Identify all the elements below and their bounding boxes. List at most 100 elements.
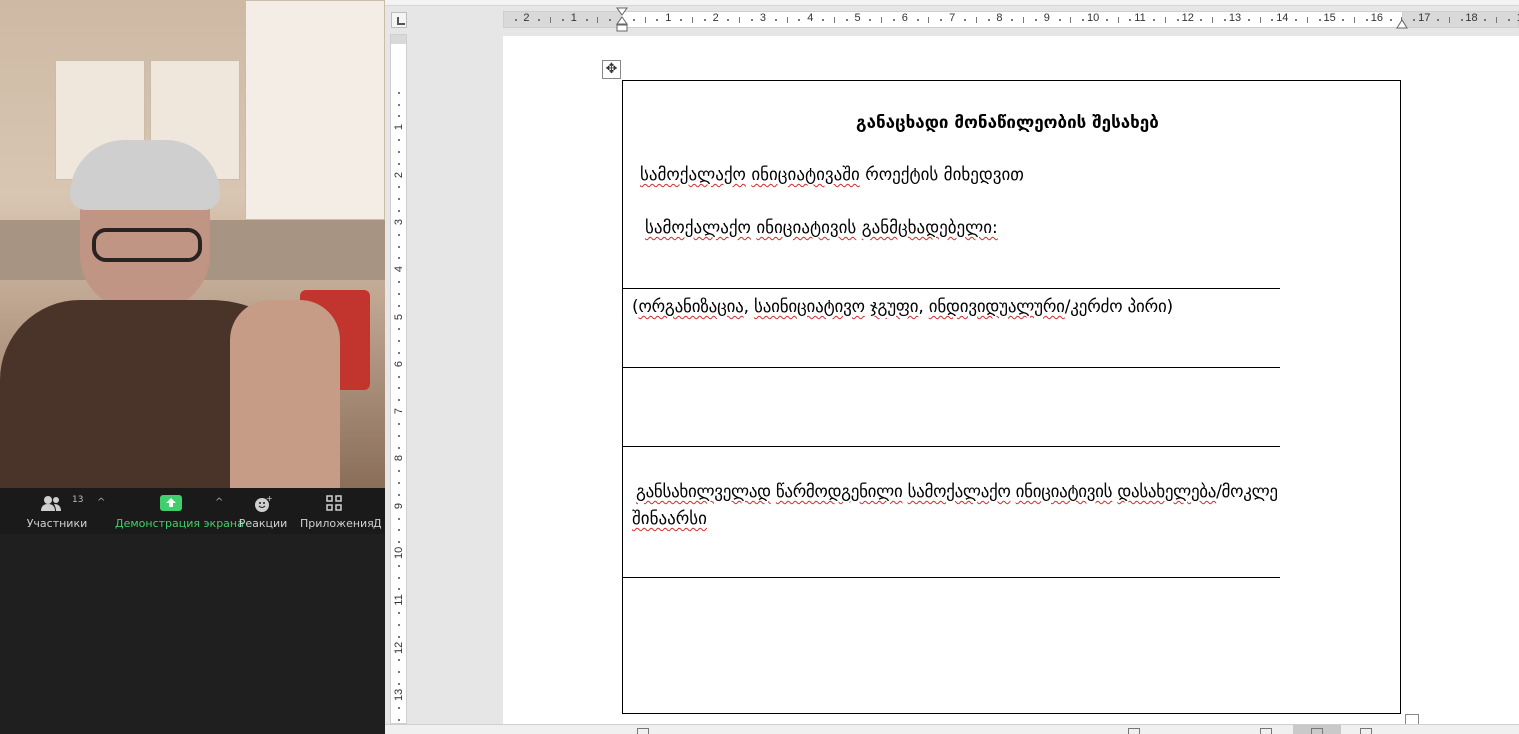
ruler-mark (398, 446, 400, 449)
ruler-mark (398, 576, 400, 579)
form-line-content[interactable]: შინაარსი (632, 509, 707, 529)
participants-icon (41, 496, 61, 511)
ruler-mark (398, 434, 400, 437)
word-spell: წარმოდგენილი (775, 482, 903, 502)
ruler-mark (550, 17, 552, 23)
reactions-button[interactable]: + Реакции (238, 488, 288, 534)
ruler-mark (751, 19, 754, 21)
ruler-mark (398, 281, 400, 284)
ruler-mark (1259, 17, 1261, 23)
ruler-mark (1460, 19, 1463, 21)
form-line-type[interactable]: (ორგანიზაცია, საინიციატივო ჯგუფი, ინდივი… (632, 297, 1173, 317)
ruler-mark (561, 19, 564, 21)
participants-button[interactable]: 13 Участники (22, 488, 92, 534)
ruler-number: 7 (393, 408, 405, 415)
focus-icon[interactable] (1128, 728, 1140, 734)
reactions-icon: + (255, 495, 272, 512)
ruler-mark (514, 19, 517, 21)
ruler-mark (398, 150, 400, 153)
word-spell: განსახილველად (636, 482, 771, 502)
ruler-mark (398, 304, 400, 307)
ruler-number: 2 (523, 12, 530, 24)
word-spell: სამოქალაქო (645, 218, 751, 238)
table-move-handle[interactable]: ✥ (602, 60, 621, 79)
ruler-mark (398, 399, 400, 402)
tab-selector-button[interactable] (391, 12, 407, 28)
ruler-mark (398, 245, 400, 248)
ruler-mark (398, 91, 400, 94)
ruler-mark (398, 387, 400, 390)
ruler-number: 2 (712, 12, 719, 24)
ruler-mark (644, 17, 646, 23)
ruler-number: 1 (665, 12, 672, 24)
ruler-mark (1023, 17, 1025, 23)
ruler-mark (798, 19, 801, 21)
ruler-number: 15 (1323, 12, 1336, 24)
ruler-number: 4 (807, 12, 814, 24)
ruler-mark (703, 19, 706, 21)
participant-video[interactable] (0, 0, 385, 488)
ruler-mark (1153, 19, 1156, 21)
ruler-number: 10 (393, 546, 405, 559)
participant-glasses (92, 228, 202, 262)
more-label: Д (373, 517, 382, 530)
ruler-mark (822, 19, 825, 21)
ruler-number: 11 (393, 594, 405, 607)
ruler-mark (1200, 19, 1203, 21)
meeting-toolbar: 13 Участники ^ Демонстрация экрана ^ + Р… (0, 488, 385, 534)
ruler-mark (774, 19, 777, 21)
read-mode-icon[interactable] (1260, 728, 1272, 734)
ruler-mark (398, 588, 400, 591)
ruler-mark (1058, 19, 1061, 21)
field-line (623, 446, 1280, 447)
ruler-mark (398, 683, 400, 686)
horizontal-ruler[interactable]: 211234567891011121314151617181 (385, 6, 1519, 32)
word-spell: შინაარსი (632, 509, 707, 529)
ruler-mark (940, 19, 943, 21)
word-spell: დასახელება (1117, 482, 1217, 502)
form-table[interactable]: განაცხადი მონაწილეობის შესახებ სამოქალაქ… (622, 80, 1401, 714)
web-layout-icon[interactable] (1360, 728, 1372, 734)
form-line-applicant[interactable]: სამოქალაქო ინიციატივის განმცხადებელი: (645, 218, 998, 238)
ruler-mark (1496, 17, 1498, 23)
ruler-mark (1129, 19, 1132, 21)
vertical-ruler[interactable]: 1234567891011121314 (390, 34, 407, 724)
ruler-mark (538, 19, 541, 21)
ruler-mark (1306, 17, 1308, 23)
indent-marker[interactable] (616, 7, 628, 33)
form-line-initiative-name[interactable]: განსახილველად წარმოდგენილი სამოქალაქო ინ… (636, 482, 1278, 502)
ruler-mark (1507, 19, 1510, 21)
right-indent-marker[interactable] (1396, 17, 1408, 29)
apps-button[interactable]: Приложения (300, 488, 374, 534)
ruler-mark (398, 612, 400, 615)
ruler-mark (398, 257, 400, 260)
participants-menu-caret[interactable]: ^ (97, 497, 105, 508)
ruler-number: 11 (1134, 12, 1146, 24)
ruler-mark (398, 422, 400, 425)
word-spell: საინიციატივო (754, 297, 865, 317)
word: როექტის მიხედვით (865, 165, 1024, 185)
ruler-mark (881, 17, 883, 23)
participants-label: Участники (26, 517, 88, 530)
share-screen-menu-caret[interactable]: ^ (215, 497, 223, 508)
apps-icon (326, 495, 342, 511)
ruler-number: 1 (393, 124, 405, 131)
share-screen-button[interactable]: Демонстрация экрана (115, 488, 244, 534)
more-button[interactable]: Д (373, 488, 385, 534)
ruler-number: 3 (759, 12, 767, 24)
ruler-mark (928, 17, 930, 23)
word-spell: ინიციატივის (1015, 482, 1113, 502)
ruler-mark (916, 19, 919, 21)
ruler-mark (727, 19, 730, 21)
status-icon[interactable] (637, 728, 649, 734)
print-layout-icon (1311, 728, 1323, 734)
word-spell: განმცხადებელი: (861, 218, 998, 238)
ruler-mark (1365, 19, 1368, 21)
ruler-number: 16 (1370, 12, 1384, 24)
ruler-number: 13 (393, 688, 405, 701)
field-line (623, 577, 1280, 578)
form-line-project[interactable]: სამოქალაქო ინიციატივაში როექტის მიხედვით (640, 165, 1024, 185)
ruler-mark (398, 328, 400, 331)
word-spell: სამოქალაქო (640, 165, 746, 185)
ruler-mark (398, 351, 400, 354)
